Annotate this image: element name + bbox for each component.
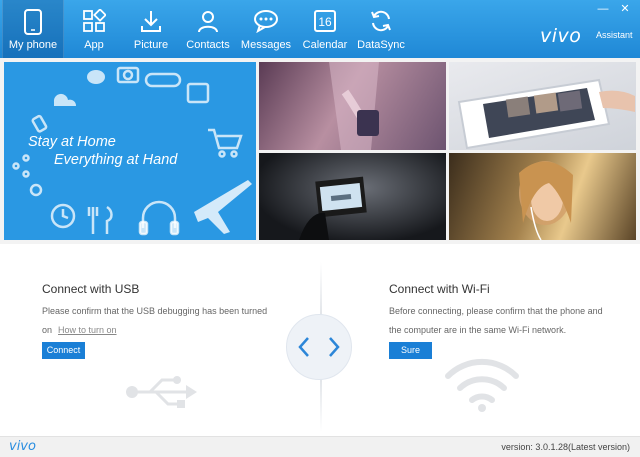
film-icon [186, 82, 210, 104]
footer-logo: vivo [9, 439, 36, 454]
nav-contacts[interactable]: Contacts [177, 0, 239, 58]
nav-my-phone[interactable]: My phone [2, 0, 64, 58]
hero-banner[interactable]: Stay at Home Everything at Hand [4, 62, 256, 240]
hero-illustration [12, 66, 252, 236]
calendar-icon: 16 [314, 10, 336, 32]
brand-sub: Assistant [596, 30, 633, 40]
small-phone-icon [31, 114, 48, 133]
sync-icon [371, 10, 391, 32]
chevron-right-icon[interactable] [327, 335, 341, 359]
cloud-icon [53, 93, 77, 106]
banner-image-music[interactable] [449, 153, 636, 240]
tablet-photo [457, 78, 635, 150]
wifi-description: Before connecting, please confirm that t… [389, 306, 603, 335]
gamepad-icon [144, 72, 182, 88]
wifi-connect-panel: Connect with Wi-Fi Before connecting, pl… [340, 244, 640, 434]
contacts-icon [198, 11, 218, 33]
banner-image-tablet[interactable] [449, 62, 636, 150]
usb-icon [126, 376, 197, 408]
plane-icon [194, 180, 252, 234]
connect-button[interactable]: Connect [42, 342, 85, 359]
minimize-button[interactable]: — [596, 3, 610, 15]
version-label: version: 3.0.1.28(Latest version) [501, 442, 630, 452]
cart-icon [208, 128, 243, 150]
nav-label-datasync: DataSync [357, 39, 405, 51]
picture-download-icon [141, 11, 161, 32]
nav-label-calendar: Calendar [302, 39, 348, 51]
banner-image-film[interactable] [259, 153, 446, 240]
nav-label-messages: Messages [240, 39, 292, 51]
hero-line-1: Stay at Home [28, 134, 116, 150]
nav-label-app: App [84, 39, 104, 51]
status-footer: vivo version: 3.0.1.28(Latest version) [0, 436, 640, 457]
music-photo [519, 161, 573, 240]
location-icon [29, 183, 43, 197]
chat-icon [87, 70, 105, 84]
nav-messages[interactable]: Messages [235, 0, 297, 58]
phone-icon [24, 9, 42, 35]
fashion-photo [329, 62, 379, 150]
app-grid-icon [83, 9, 106, 32]
nav-app[interactable]: App [63, 0, 125, 58]
sure-button[interactable]: Sure [389, 342, 432, 359]
wifi-icon [445, 358, 519, 412]
hero-line-2: Everything at Hand [54, 152, 178, 168]
nav-calendar[interactable]: 16 Calendar [294, 0, 356, 58]
close-button[interactable]: ✕ [618, 3, 632, 15]
brand-logo-text: vivo [540, 25, 582, 47]
nav-label-picture: Picture [133, 39, 169, 51]
banner-area: Stay at Home Everything at Hand [0, 58, 640, 244]
nav-label-contacts: Contacts [186, 39, 230, 51]
how-to-turn-on-link[interactable]: How to turn on [58, 325, 117, 335]
top-toolbar: My phone App Picture Contacts Messages 1… [0, 0, 640, 58]
film-photo [299, 176, 367, 240]
nav-label-my-phone: My phone [8, 39, 58, 51]
usb-connect-panel: Connect with USB Please confirm that the… [0, 244, 300, 434]
usb-description: Please confirm that the USB debugging ha… [42, 302, 270, 340]
banner-image-fashion[interactable] [259, 62, 446, 150]
wifi-title: Connect with Wi-Fi [389, 282, 490, 296]
nav-datasync[interactable]: DataSync [350, 0, 412, 58]
knife-icon [105, 205, 113, 234]
messages-icon [254, 10, 278, 33]
usb-title: Connect with USB [42, 282, 140, 296]
brand-logo: vivo Assistant [540, 25, 633, 47]
share-icon [12, 162, 20, 170]
calendar-icon-date: 16 [318, 15, 332, 29]
chevron-left-icon[interactable] [297, 335, 311, 359]
nav-picture[interactable]: Picture [120, 0, 182, 58]
